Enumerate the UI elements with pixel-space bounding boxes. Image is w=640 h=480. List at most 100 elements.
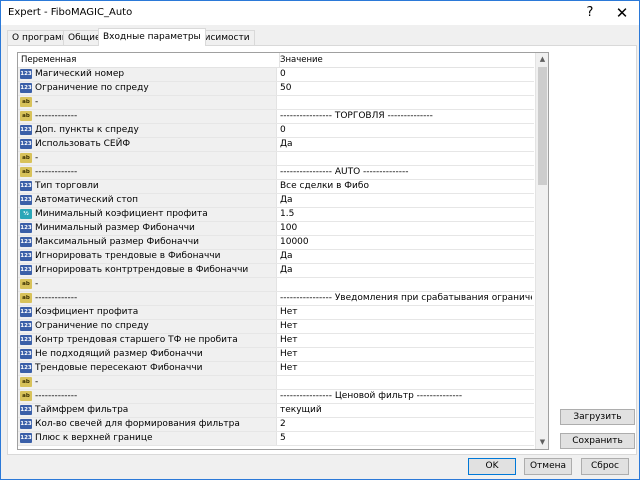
value-cell[interactable]: [277, 278, 534, 291]
value-cell[interactable]: ---------------- Ценовой фильтр --------…: [277, 390, 534, 403]
variable-cell[interactable]: 123 Магический номер: [18, 68, 277, 81]
scroll-down-icon[interactable]: ▼: [536, 436, 548, 449]
close-button[interactable]: ✕: [607, 1, 637, 25]
variable-value[interactable]: Да: [280, 250, 532, 263]
value-cell[interactable]: 100: [277, 222, 534, 235]
variable-cell[interactable]: 123 Доп. пункты к спреду: [18, 124, 277, 137]
value-cell[interactable]: Все сделки в Фибо: [277, 180, 534, 193]
value-cell[interactable]: Нет: [277, 334, 534, 347]
value-cell[interactable]: 1.5: [277, 208, 534, 221]
scroll-thumb[interactable]: [538, 67, 547, 185]
table-row[interactable]: 123 Ограничение по спреду Нет: [18, 320, 534, 334]
variable-cell[interactable]: ab -------------: [18, 390, 277, 403]
cancel-button[interactable]: Отмена: [524, 458, 572, 475]
value-cell[interactable]: ---------------- ТОРГОВЛЯ --------------: [277, 110, 534, 123]
variable-value[interactable]: 0: [280, 124, 532, 137]
table-row[interactable]: ab -: [18, 96, 534, 110]
variable-cell[interactable]: 123 Ограничение по спреду: [18, 82, 277, 95]
table-row[interactable]: ab -: [18, 152, 534, 166]
variable-cell[interactable]: 123 Коэфициент профита: [18, 306, 277, 319]
variable-cell[interactable]: ab -------------: [18, 166, 277, 179]
value-cell[interactable]: ---------------- AUTO --------------: [277, 166, 534, 179]
variable-cell[interactable]: 123 Тип торговли: [18, 180, 277, 193]
variable-value[interactable]: Нет: [280, 334, 532, 347]
load-button[interactable]: Загрузить: [560, 409, 635, 425]
variable-value[interactable]: 50: [280, 82, 532, 95]
value-cell[interactable]: [277, 96, 534, 109]
variable-cell[interactable]: 123 Минимальный размер Фибоначчи: [18, 222, 277, 235]
table-row[interactable]: 123 Использовать СЕЙФ Да: [18, 138, 534, 152]
table-row[interactable]: 123 Ограничение по спреду 50: [18, 82, 534, 96]
table-row[interactable]: ab ------------- ---------------- ТОРГОВЛЯ…: [18, 110, 534, 124]
value-cell[interactable]: текущий: [277, 404, 534, 417]
value-cell[interactable]: Нет: [277, 348, 534, 361]
ok-button[interactable]: OK: [468, 458, 516, 475]
variable-cell[interactable]: ab -: [18, 376, 277, 389]
table-row[interactable]: 123 Минимальный размер Фибоначчи 100: [18, 222, 534, 236]
variable-value[interactable]: 1.5: [280, 208, 532, 221]
variable-cell[interactable]: 123 Плюс к верхней границе: [18, 432, 277, 445]
table-row[interactable]: 123 Коэфициент профита Нет: [18, 306, 534, 320]
variable-value[interactable]: 10000: [280, 236, 532, 249]
column-header-value[interactable]: Значение: [277, 53, 534, 67]
table-row[interactable]: 123 Магический номер 0: [18, 68, 534, 82]
variable-cell[interactable]: 123 Не подходящий размер Фибоначчи: [18, 348, 277, 361]
value-cell[interactable]: [277, 376, 534, 389]
variable-value[interactable]: Да: [280, 194, 532, 207]
variable-cell[interactable]: 123 Максимальный размер Фибоначчи: [18, 236, 277, 249]
column-header-variable[interactable]: Переменная: [18, 53, 280, 67]
reset-button[interactable]: Сброс: [581, 458, 629, 475]
variable-value[interactable]: Да: [280, 264, 532, 277]
variable-value[interactable]: ---------------- Ценовой фильтр --------…: [280, 390, 532, 403]
value-cell[interactable]: 10000: [277, 236, 534, 249]
variable-value[interactable]: Нет: [280, 306, 532, 319]
value-cell[interactable]: Нет: [277, 320, 534, 333]
tab-inputs[interactable]: Входные параметры: [98, 28, 206, 46]
variable-value[interactable]: Да: [280, 138, 532, 151]
value-cell[interactable]: ---------------- Уведомления при срабаты…: [277, 292, 534, 305]
table-row[interactable]: 123 Максимальный размер Фибоначчи 10000: [18, 236, 534, 250]
table-row[interactable]: ½ Минимальный коэфициент профита 1.5: [18, 208, 534, 222]
table-row[interactable]: ab -: [18, 376, 534, 390]
variable-cell[interactable]: ab -: [18, 96, 277, 109]
table-row[interactable]: ab ------------- ---------------- AUTO ---…: [18, 166, 534, 180]
table-row[interactable]: 123 Таймфрем фильтра текущий: [18, 404, 534, 418]
variable-value[interactable]: Нет: [280, 348, 532, 361]
variable-cell[interactable]: 123 Ограничение по спреду: [18, 320, 277, 333]
table-row[interactable]: ab ------------- ---------------- Уведомле…: [18, 292, 534, 306]
value-cell[interactable]: 50: [277, 82, 534, 95]
value-cell[interactable]: 0: [277, 124, 534, 137]
table-row[interactable]: 123 Кол-во свечей для формирования фильтр…: [18, 418, 534, 432]
table-row[interactable]: 123 Автоматический стоп Да: [18, 194, 534, 208]
variable-cell[interactable]: 123 Игнорировать трендовые в Фибоначчи: [18, 250, 277, 263]
variable-cell[interactable]: ab -------------: [18, 110, 277, 123]
value-cell[interactable]: Да: [277, 138, 534, 151]
variable-value[interactable]: 2: [280, 418, 532, 431]
table-row[interactable]: ab ------------- ---------------- Ценовой …: [18, 390, 534, 404]
variable-cell[interactable]: 123 Автоматический стоп: [18, 194, 277, 207]
variable-cell[interactable]: ab -: [18, 278, 277, 291]
variable-cell[interactable]: 123 Таймфрем фильтра: [18, 404, 277, 417]
title-bar[interactable]: Expert - FiboMAGIC_Auto ? ✕: [1, 1, 639, 25]
variable-value[interactable]: Все сделки в Фибо: [280, 180, 532, 193]
variable-value[interactable]: 0: [280, 68, 532, 81]
variable-value[interactable]: 100: [280, 222, 532, 235]
variable-value[interactable]: ---------------- ТОРГОВЛЯ --------------: [280, 110, 532, 123]
scroll-up-icon[interactable]: ▲: [536, 53, 548, 66]
value-cell[interactable]: Нет: [277, 306, 534, 319]
value-cell[interactable]: 0: [277, 68, 534, 81]
table-row[interactable]: ab -: [18, 278, 534, 292]
variable-value[interactable]: Нет: [280, 320, 532, 333]
vertical-scrollbar[interactable]: ▲ ▼: [535, 53, 548, 449]
table-row[interactable]: 123 Тип торговли Все сделки в Фибо: [18, 180, 534, 194]
value-cell[interactable]: 5: [277, 432, 534, 445]
table-row[interactable]: 123 Доп. пункты к спреду 0: [18, 124, 534, 138]
variable-cell[interactable]: 123 Игнорировать контртрендовые в Фибонач…: [18, 264, 277, 277]
value-cell[interactable]: Да: [277, 194, 534, 207]
table-row[interactable]: 123 Игнорировать контртрендовые в Фибонач…: [18, 264, 534, 278]
save-button[interactable]: Сохранить: [560, 433, 635, 449]
variable-value[interactable]: Нет: [280, 362, 532, 375]
variable-cell[interactable]: 123 Кол-во свечей для формирования фильтр…: [18, 418, 277, 431]
value-cell[interactable]: Нет: [277, 362, 534, 375]
variable-value[interactable]: текущий: [280, 404, 532, 417]
